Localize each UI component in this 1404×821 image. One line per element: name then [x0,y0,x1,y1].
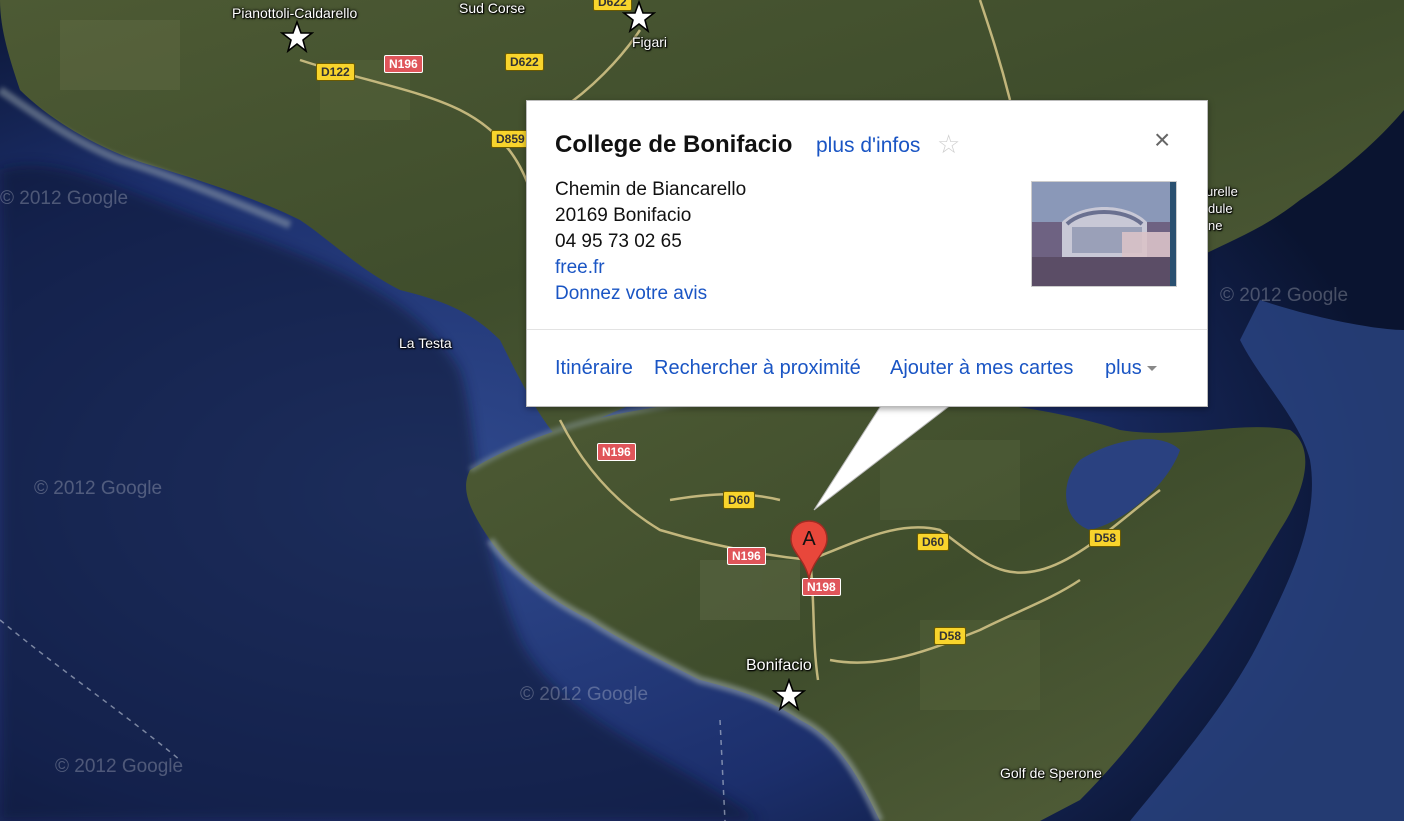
search-nearby-link[interactable]: Rechercher à proximité [654,357,861,380]
star-marker-icon[interactable] [622,0,656,34]
website-link[interactable]: free.fr [555,257,605,279]
road-shield: N196 [727,547,766,565]
place-label-bonifacio: Bonifacio [746,657,812,674]
address-line-2: 20169 Bonifacio [555,205,692,226]
info-window: College de Bonifacio plus d'infos ☆ × Ch… [526,100,1208,407]
divider [527,329,1207,330]
chevron-down-icon [1146,366,1157,372]
close-icon[interactable]: × [1154,125,1170,155]
directions-link[interactable]: Itinéraire [555,357,633,380]
copyright-watermark: © 2012 Google [1220,285,1349,306]
road-shield: D58 [1089,529,1122,547]
more-info-link[interactable]: plus d'infos [816,134,920,158]
copyright-watermark: © 2012 Google [34,478,163,499]
place-label-partial: ne [1208,218,1223,233]
road-shield: D60 [917,533,950,551]
address-line-1: Chemin de Biancarello [555,179,747,200]
review-link[interactable]: Donnez votre avis [555,283,707,305]
satellite-map[interactable]: © 2012 Google © 2012 Google © 2012 Googl… [0,0,1404,821]
place-label-figari: Figari [632,34,668,50]
road-shield: N196 [384,55,423,73]
copyright-watermark: © 2012 Google [55,756,184,777]
add-to-maps-link[interactable]: Ajouter à mes cartes [890,357,1073,380]
road-shield: D60 [723,491,756,509]
phone-number: 04 95 73 02 65 [555,231,682,252]
place-label-partial: urelle [1206,184,1238,199]
copyright-watermark: © 2012 Google [520,684,649,705]
place-label-golf-sperone: Golf de Sperone [1000,765,1102,781]
place-label-partial: dule [1208,201,1233,216]
more-dropdown[interactable]: plus [1105,357,1157,380]
place-label-sud-corse: Sud Corse [459,0,526,16]
star-marker-icon[interactable] [772,678,806,712]
road-shield: D859 [491,130,530,148]
place-label-la-testa: La Testa [399,335,452,351]
road-shield: N196 [597,443,636,461]
more-label: plus [1105,357,1142,379]
place-label-pianottoli: Pianottoli-Caldarello [232,5,358,21]
map-pin-a-icon[interactable]: A [789,519,829,581]
road-shield: D122 [316,63,355,81]
map-pin-label: A [802,528,816,550]
star-marker-icon[interactable] [280,20,314,54]
star-outline-icon[interactable]: ☆ [937,129,960,159]
place-photo[interactable] [1031,181,1177,287]
road-shield: D622 [505,53,544,71]
road-shield: D58 [934,627,967,645]
copyright-watermark: © 2012 Google [0,188,129,209]
place-title: College de Bonifacio [555,131,793,158]
